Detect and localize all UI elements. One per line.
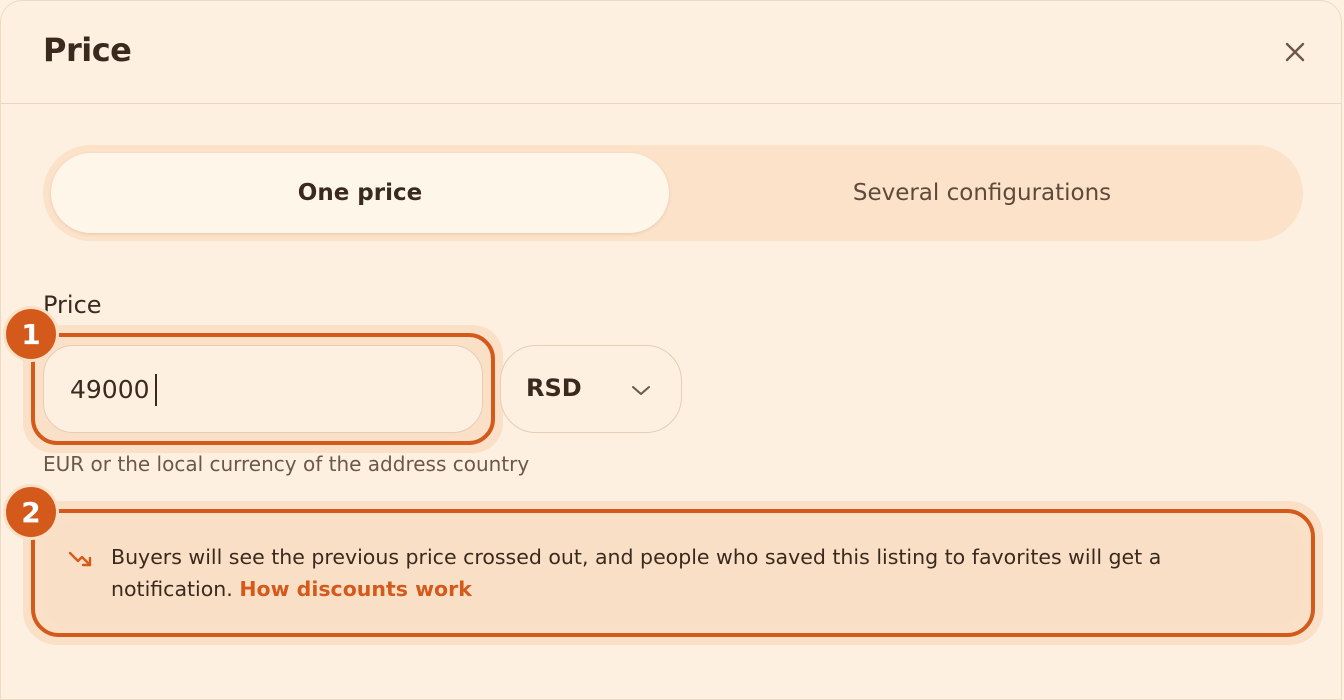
close-button[interactable]	[1277, 34, 1313, 70]
annotation-badge-2: 2	[3, 484, 59, 540]
trend-down-icon	[68, 551, 92, 567]
chevron-down-icon	[632, 386, 650, 395]
tab-one-price[interactable]: One price	[51, 153, 669, 233]
notice-text-block: Buyers will see the previous price cross…	[111, 541, 1281, 605]
price-input[interactable]	[43, 345, 483, 433]
text-caret	[155, 374, 157, 406]
dialog-header: Price	[1, 1, 1341, 104]
tab-several-configurations[interactable]: Several configurations	[669, 153, 1295, 233]
discount-notice: Buyers will see the previous price cross…	[43, 521, 1303, 625]
annotation-badge-1: 1	[3, 306, 59, 362]
currency-select[interactable]: RSD	[500, 345, 682, 433]
how-discounts-work-link[interactable]: How discounts work	[239, 577, 472, 601]
close-icon	[1285, 42, 1305, 62]
dialog-title: Price	[43, 31, 132, 69]
price-hint: EUR or the local currency of the address…	[43, 452, 530, 476]
price-type-segmented-control: One price Several configurations	[43, 145, 1303, 241]
currency-value: RSD	[526, 374, 582, 402]
price-dialog: Price One price Several configurations P…	[0, 0, 1342, 700]
